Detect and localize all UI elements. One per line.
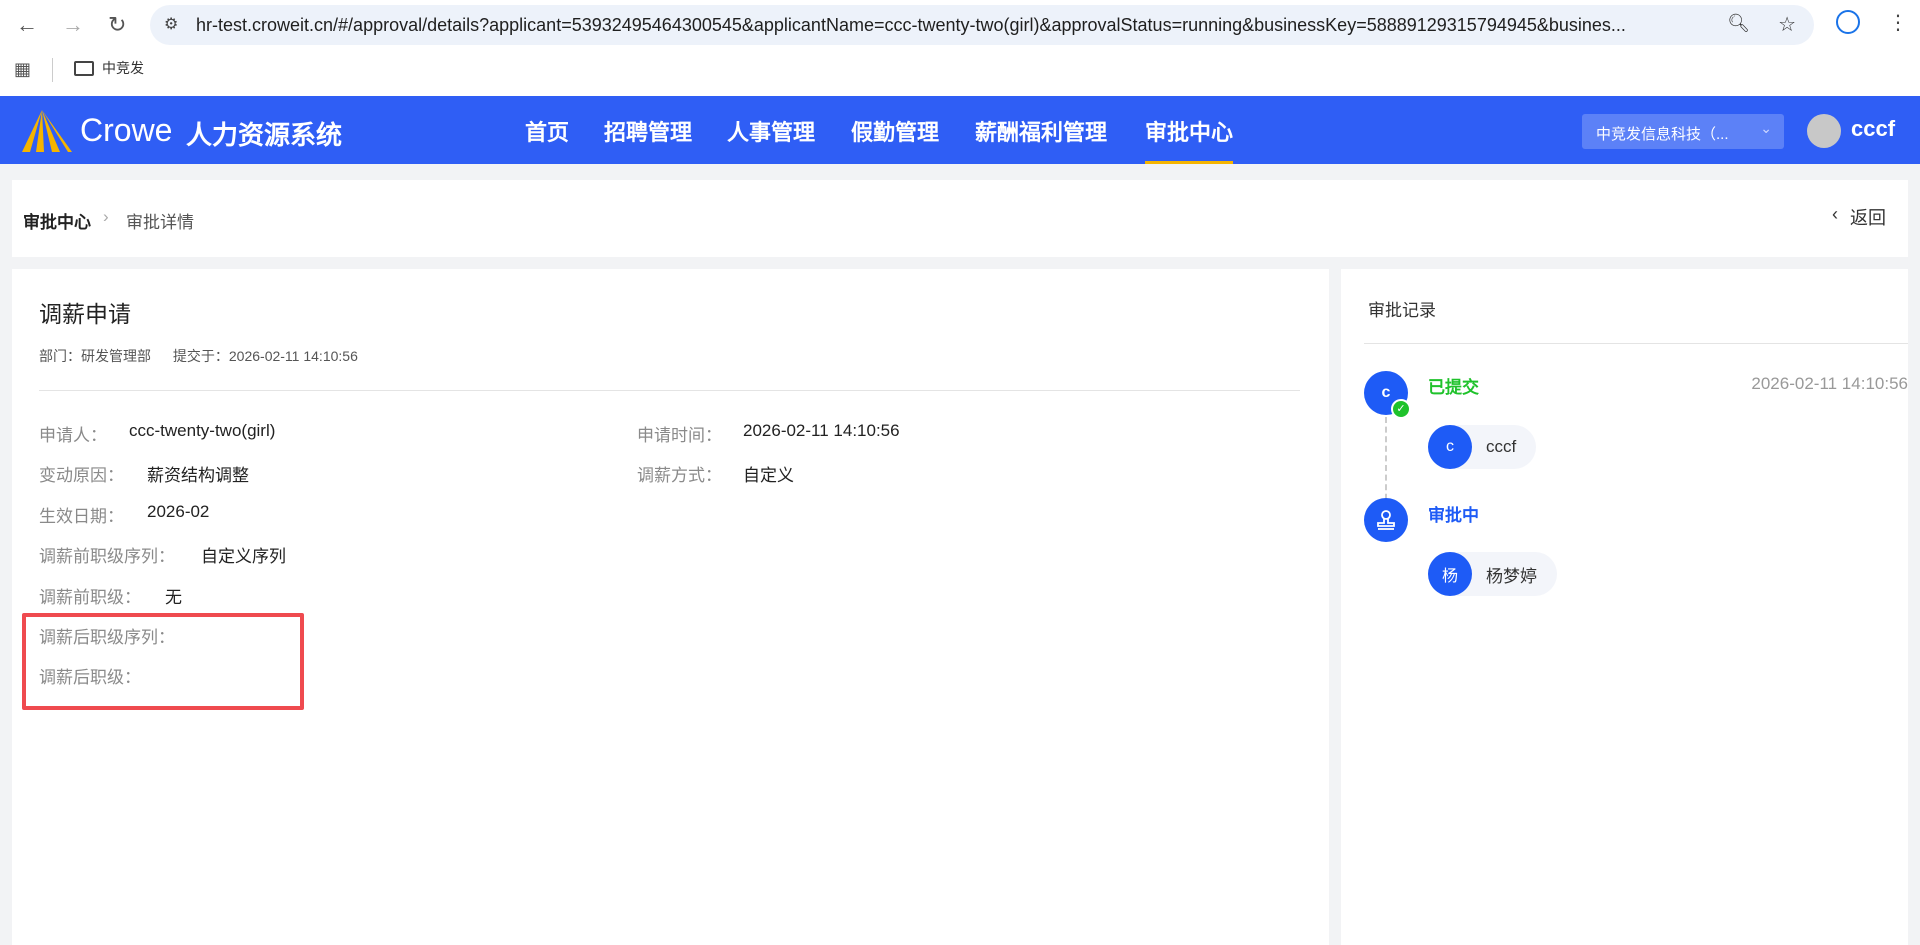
site-info-icon[interactable]: ⚙ — [164, 14, 178, 34]
approver-chip: 杨 杨梦婷 — [1428, 552, 1557, 596]
forward-icon[interactable]: → — [62, 12, 84, 38]
apps-icon[interactable]: ▦ — [14, 59, 31, 80]
approver-name: cccf — [1486, 437, 1517, 456]
nav-personnel[interactable]: 人事管理 — [727, 115, 815, 147]
company-select[interactable]: 中竞发信息科技（... ⌄ — [1582, 114, 1784, 149]
back-button[interactable]: ‹ 返回 — [1832, 204, 1886, 230]
system-name: 人力资源系统 — [186, 120, 343, 150]
highlight-box — [22, 613, 304, 710]
browser-chrome: ← → ↻ ⚙ hr-test.croweit.cn/#/approval/de… — [0, 0, 1920, 96]
submit-time: 2026-02-11 14:10:56 — [228, 348, 358, 364]
chevron-left-icon: ‹ — [1832, 204, 1838, 224]
back-icon[interactable]: ← — [16, 12, 38, 38]
breadcrumb-current: 审批详情 — [126, 213, 194, 232]
top-navigation: Crowe 人力资源系统 首页 招聘管理 人事管理 假勤管理 薪酬福利管理 审批… — [0, 96, 1920, 164]
step-status-pending: 审批中 — [1428, 506, 1479, 525]
field-label: 申请时间： — [637, 426, 722, 445]
bookmark-label: 中竞发 — [102, 60, 144, 76]
avatar-letter: c — [1381, 384, 1391, 401]
avatar-letter: 杨 — [1441, 568, 1458, 585]
nav-recruitment[interactable]: 招聘管理 — [604, 115, 692, 147]
avatar-letter: c — [1446, 438, 1454, 455]
reload-icon[interactable]: ↻ — [108, 12, 126, 38]
chevron-down-icon: ⌄ — [1760, 120, 1772, 136]
active-nav-indicator — [1145, 161, 1233, 164]
applicant-value: ccc-twenty-two(girl) — [129, 421, 276, 440]
company-select-value: 中竞发信息科技（... — [1596, 126, 1729, 143]
page-title: 调薪申请 — [39, 301, 131, 327]
breadcrumb-bar: 审批中心 › 审批详情 ‹ 返回 — [12, 180, 1908, 257]
profile-icon[interactable] — [1836, 10, 1860, 34]
field-label: 申请人： — [39, 426, 107, 445]
nav-compensation[interactable]: 薪酬福利管理 — [975, 115, 1107, 147]
field-label: 调薪前职级序列： — [39, 547, 175, 566]
detail-card: 调薪申请 部门：研发管理部 提交于：2026-02-11 14:10:56 申请… — [12, 269, 1329, 945]
field-label: 调薪前职级： — [39, 588, 141, 607]
logo-text: Crowe — [80, 112, 173, 148]
check-icon: ✓ — [1391, 399, 1411, 419]
effective-date-value: 2026-02 — [147, 502, 210, 521]
user-avatar[interactable] — [1807, 114, 1841, 148]
nav-approval-center[interactable]: 审批中心 — [1145, 115, 1233, 147]
field-label: 生效日期： — [39, 507, 124, 526]
dept-value: 研发管理部 — [81, 348, 151, 364]
dept-label: 部门： — [39, 348, 81, 364]
breadcrumb-root[interactable]: 审批中心 — [23, 208, 91, 233]
approver-avatar: c — [1428, 425, 1472, 469]
divider — [39, 390, 1300, 391]
back-label: 返回 — [1850, 208, 1886, 228]
records-title: 审批记录 — [1368, 301, 1436, 320]
reason-value: 薪资结构调整 — [147, 466, 249, 485]
divider — [1364, 343, 1908, 344]
address-bar[interactable]: ⚙ hr-test.croweit.cn/#/approval/details?… — [150, 5, 1814, 45]
submit-label: 提交于： — [172, 348, 229, 364]
zoom-icon[interactable]: 🔍︎ — [1727, 13, 1750, 34]
field-label: 调薪方式： — [637, 466, 722, 485]
nav-home[interactable]: 首页 — [525, 115, 569, 147]
step-time: 2026-02-11 14:10:56 — [1751, 374, 1908, 393]
apply-time-value: 2026-02-11 14:10:56 — [743, 421, 900, 440]
folder-icon — [74, 60, 94, 76]
divider — [52, 58, 53, 82]
stamp-icon — [1364, 498, 1408, 542]
menu-icon[interactable]: ⋮ — [1888, 10, 1908, 35]
bookmark-folder[interactable]: 中竞发 — [74, 58, 144, 78]
crowe-logo-icon — [22, 110, 72, 152]
method-value: 自定义 — [743, 466, 794, 485]
approver-chip: c cccf — [1428, 425, 1537, 469]
field-label: 变动原因： — [39, 466, 124, 485]
chevron-right-icon: › — [103, 207, 109, 226]
prev-level-value: 无 — [165, 588, 182, 607]
nav-attendance[interactable]: 假勤管理 — [851, 115, 939, 147]
user-name[interactable]: cccf — [1851, 116, 1895, 142]
bookmark-star-icon[interactable]: ☆ — [1778, 12, 1796, 37]
approver-avatar: 杨 — [1428, 552, 1472, 596]
url-text: hr-test.croweit.cn/#/approval/details?ap… — [196, 15, 1626, 35]
meta-line: 部门：研发管理部 提交于：2026-02-11 14:10:56 — [39, 346, 358, 366]
approver-name: 杨梦婷 — [1486, 566, 1537, 586]
step-status-submitted: 已提交 — [1428, 378, 1479, 397]
approval-records-card: 审批记录 c ✓ 已提交 2026-02-11 14:10:56 c cccf … — [1341, 269, 1908, 945]
prev-sequence-value: 自定义序列 — [201, 547, 286, 566]
